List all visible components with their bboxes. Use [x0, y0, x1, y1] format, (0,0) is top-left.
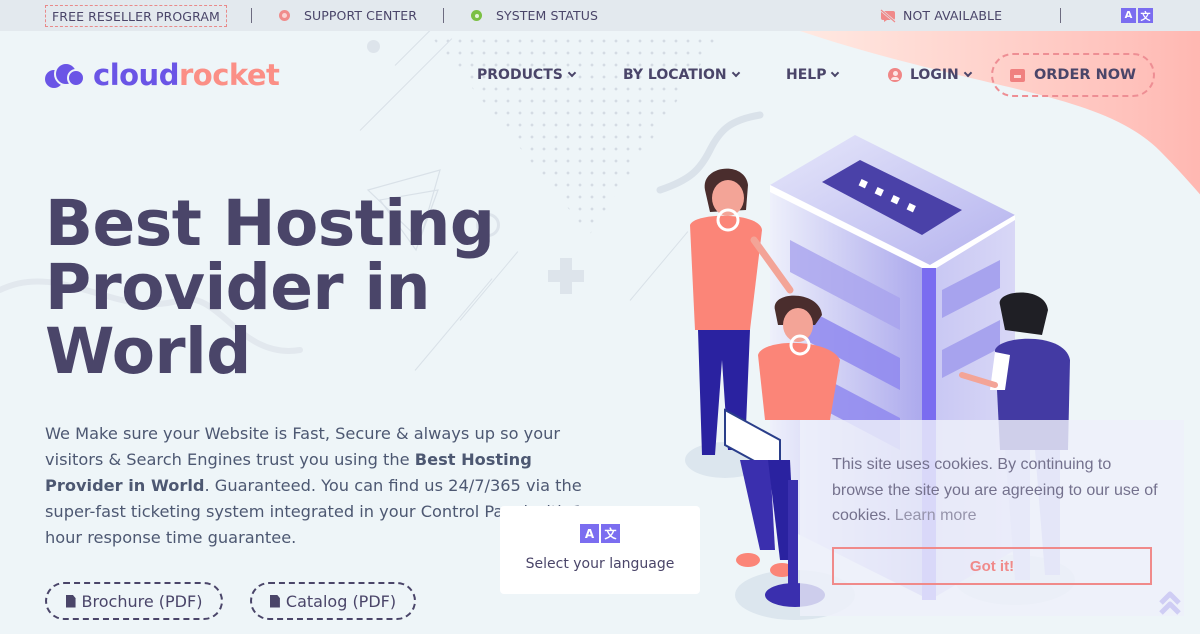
scroll-to-top-icon[interactable] — [1158, 591, 1182, 617]
status-online-icon — [471, 10, 482, 21]
translate-icon-cjk: 文 — [1138, 8, 1153, 23]
status-label: SYSTEM STATUS — [496, 8, 598, 23]
live-chat-status[interactable]: NOT AVAILABLE — [880, 0, 1002, 31]
order-now-button[interactable]: ORDER NOW — [991, 53, 1155, 97]
support-lifebuoy-icon — [279, 10, 290, 21]
nav-help-label: HELP — [786, 67, 827, 83]
nav-products[interactable]: PRODUCTS — [477, 53, 577, 97]
language-switcher[interactable]: A 文 — [1121, 0, 1153, 31]
accept-cookies-button[interactable]: Got it! — [832, 547, 1152, 585]
decorative-dot — [367, 40, 380, 53]
translate-icon-cjk: 文 — [601, 524, 620, 543]
top-bar: FREE RESELLER PROGRAM SUPPORT CENTER SYS… — [0, 0, 1200, 31]
catalog-pdf-button[interactable]: Catalog (PDF) — [250, 582, 416, 620]
system-status-link[interactable]: SYSTEM STATUS — [471, 0, 598, 31]
cookie-message-text: This site uses cookies. By continuing to… — [832, 456, 1158, 524]
hero-title-line: Best Hosting — [45, 187, 495, 260]
nav-products-label: PRODUCTS — [477, 67, 563, 83]
learn-more-link[interactable]: Learn more — [895, 507, 977, 524]
nav-login[interactable]: LOGIN — [888, 53, 972, 97]
catalog-label: Catalog (PDF) — [285, 591, 397, 611]
brochure-label: Brochure (PDF) — [81, 591, 203, 611]
order-now-label: ORDER NOW — [1033, 67, 1137, 83]
chat-status-label: NOT AVAILABLE — [903, 8, 1003, 23]
pdf-file-icon — [65, 594, 76, 608]
support-label: SUPPORT CENTER — [304, 8, 417, 23]
store-icon — [1009, 68, 1025, 82]
divider — [443, 8, 444, 23]
chevron-down-icon — [831, 68, 840, 78]
chevron-down-icon — [567, 68, 577, 78]
pdf-file-icon — [269, 594, 280, 608]
chevron-down-icon — [731, 68, 740, 78]
accept-cookies-label: Got it! — [969, 557, 1015, 575]
nav-help[interactable]: HELP — [786, 53, 840, 97]
translate-icon: A 文 — [1121, 8, 1153, 23]
cookie-consent-banner: This site uses cookies. By continuing to… — [800, 420, 1184, 616]
language-selector[interactable]: A 文 Select your language — [500, 506, 700, 594]
user-icon — [888, 68, 902, 82]
nav-login-label: LOGIN — [910, 67, 959, 83]
nav-by-location[interactable]: BY LOCATION — [623, 53, 740, 97]
select-language-label: Select your language — [525, 556, 675, 572]
translate-icon-latin: A — [1121, 8, 1136, 23]
translate-icon-latin: A — [580, 524, 599, 543]
divider — [1060, 8, 1061, 23]
man-hair — [999, 292, 1048, 335]
reseller-label: FREE RESELLER PROGRAM — [52, 8, 220, 24]
chevron-down-icon — [963, 68, 972, 78]
hero-title-line: World — [45, 315, 251, 388]
woman-shirt — [690, 215, 762, 330]
chat-disabled-icon — [880, 8, 896, 23]
translate-icon: A 文 — [580, 524, 620, 543]
support-center-link[interactable]: SUPPORT CENTER — [279, 0, 417, 31]
divider — [251, 8, 252, 23]
nav-by-location-label: BY LOCATION — [623, 67, 727, 83]
hero-title-line: Provider in — [45, 251, 430, 324]
brochure-pdf-button[interactable]: Brochure (PDF) — [45, 582, 223, 620]
reseller-program-link[interactable]: FREE RESELLER PROGRAM — [45, 5, 227, 27]
hero-title: Best Hosting Provider in World — [45, 192, 565, 384]
cookie-message: This site uses cookies. By continuing to… — [832, 452, 1162, 529]
